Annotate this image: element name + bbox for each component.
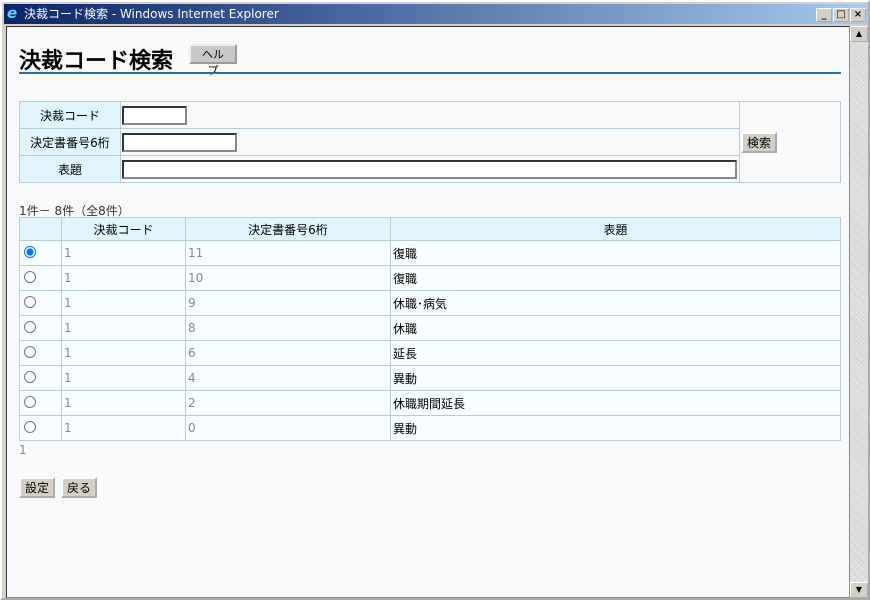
table-row[interactable]: 1 6 延長 [19, 340, 841, 366]
row-subject: 復職 [390, 265, 841, 291]
row-code: 1 [61, 390, 186, 416]
row-code: 1 [61, 340, 186, 366]
row-code: 1 [61, 240, 186, 266]
row-radio[interactable] [24, 370, 36, 383]
row-number: 8 [185, 315, 391, 341]
row-number: 11 [185, 240, 391, 266]
row-code: 1 [61, 265, 186, 291]
results-table: 決裁コード 決定書番号6桁 表題 1 11 復職 1 10 復職 1 9 休職･… [19, 217, 841, 441]
code-input[interactable] [122, 105, 187, 125]
row-subject: 休職期間延長 [390, 390, 841, 416]
row-radio[interactable] [24, 270, 36, 283]
title-bar: e 決裁コード検索 - Windows Internet Explorer _ … [4, 4, 868, 24]
code-label: 決裁コード [19, 101, 121, 129]
row-number: 10 [185, 265, 391, 291]
close-button[interactable]: × [850, 8, 866, 22]
title-divider [19, 72, 841, 74]
back-button[interactable]: 戻る [61, 477, 98, 498]
row-code: 1 [61, 415, 186, 441]
vertical-scrollbar[interactable]: ▲ ▼ [850, 26, 868, 598]
search-button[interactable]: 検索 [741, 131, 778, 153]
table-row[interactable]: 1 2 休職期間延長 [19, 390, 841, 416]
help-button[interactable]: ヘルプ [189, 44, 237, 77]
browser-window: e 決裁コード検索 - Windows Internet Explorer _ … [0, 0, 870, 600]
row-subject: 休職 [390, 315, 841, 341]
row-number: 0 [185, 415, 391, 441]
table-row[interactable]: 1 9 休職･病気 [19, 290, 841, 316]
table-row[interactable]: 1 4 異動 [19, 365, 841, 391]
minimize-button[interactable]: _ [816, 8, 832, 22]
row-subject: 延長 [390, 340, 841, 366]
header-select [19, 217, 62, 241]
table-row[interactable]: 1 0 異動 [19, 415, 841, 441]
header-code: 決裁コード [61, 217, 186, 241]
subject-label: 表題 [19, 155, 121, 183]
set-button[interactable]: 設定 [19, 477, 56, 498]
ie-logo-icon: e [7, 4, 18, 22]
row-radio[interactable] [24, 420, 36, 433]
table-row[interactable]: 1 8 休職 [19, 315, 841, 341]
page-content: 決裁コード検索 ヘルプ 決裁コード 検索 決定書番号6桁 表題 1件－ 8件（全… [6, 26, 850, 598]
row-code: 1 [61, 315, 186, 341]
pagination[interactable]: 1 [19, 443, 27, 457]
row-subject: 異動 [390, 415, 841, 441]
table-row[interactable]: 1 11 復職 [19, 240, 841, 266]
search-form: 決裁コード 検索 決定書番号6桁 表題 [19, 101, 841, 183]
table-row[interactable]: 1 10 復職 [19, 265, 841, 291]
row-radio[interactable] [24, 295, 36, 308]
row-code: 1 [61, 290, 186, 316]
maximize-button[interactable]: □ [833, 8, 849, 22]
row-radio[interactable] [24, 395, 36, 408]
page-title: 決裁コード検索 [19, 49, 174, 74]
number-input[interactable] [122, 132, 237, 152]
scroll-down-icon[interactable]: ▼ [850, 582, 868, 598]
row-subject: 異動 [390, 365, 841, 391]
number-label: 決定書番号6桁 [19, 128, 121, 156]
scroll-up-icon[interactable]: ▲ [850, 26, 868, 42]
row-number: 9 [185, 290, 391, 316]
header-number: 決定書番号6桁 [185, 217, 391, 241]
row-code: 1 [61, 365, 186, 391]
subject-input[interactable] [122, 159, 737, 179]
row-number: 6 [185, 340, 391, 366]
header-subject: 表題 [390, 217, 841, 241]
row-number: 4 [185, 365, 391, 391]
row-subject: 休職･病気 [390, 290, 841, 316]
row-radio[interactable] [24, 345, 36, 358]
row-radio[interactable] [24, 245, 36, 258]
window-title: 決裁コード検索 - Windows Internet Explorer [24, 7, 279, 21]
row-subject: 復職 [390, 240, 841, 266]
row-radio[interactable] [24, 320, 36, 333]
row-number: 2 [185, 390, 391, 416]
